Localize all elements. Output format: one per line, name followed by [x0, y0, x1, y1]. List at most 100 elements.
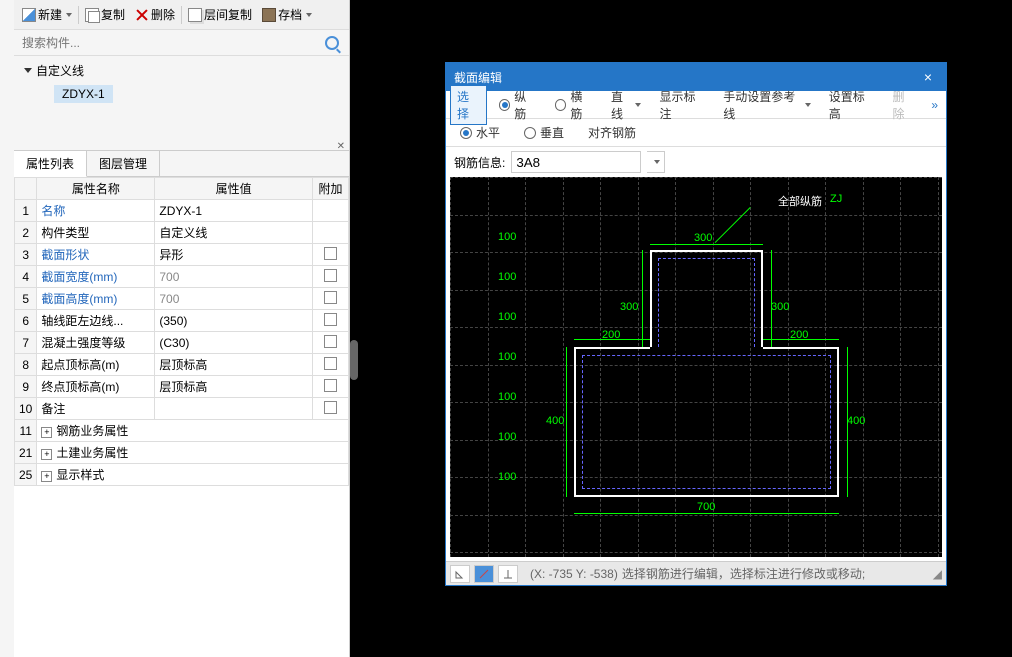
- tick-label: 100: [498, 471, 516, 483]
- prop-value-cell[interactable]: 700: [155, 288, 313, 310]
- prop-value-cell[interactable]: 自定义线: [155, 222, 313, 244]
- horz-rebar-tool[interactable]: 横筋: [549, 86, 599, 124]
- dropdown-arrow-icon: [66, 13, 72, 17]
- archive-button[interactable]: 存档: [258, 4, 316, 26]
- new-icon: [22, 8, 36, 22]
- prop-name-cell: 轴线距左边线...: [37, 310, 155, 332]
- table-body: 1名称ZDYX-12构件类型自定义线3截面形状异形4截面宽度(mm)7005截面…: [15, 200, 349, 486]
- status-btn-1[interactable]: [450, 565, 470, 583]
- horizontal-option[interactable]: 水平: [454, 122, 506, 143]
- prop-value-cell[interactable]: 层顶标高: [155, 376, 313, 398]
- table-row[interactable]: 1名称ZDYX-1: [15, 200, 349, 222]
- corner-icon: [454, 568, 466, 580]
- row-number: 3: [15, 244, 37, 266]
- table-row[interactable]: 2构件类型自定义线: [15, 222, 349, 244]
- table-row[interactable]: 9终点顶标高(m)层顶标高: [15, 376, 349, 398]
- cad-canvas[interactable]: 300 300 300 200 200 400 400 700 全部纵筋 ZJ …: [450, 177, 942, 557]
- cad-toolbar: 选择 纵筋 横筋 直线 显示标注 手动设置参考线 设置标高 删除 »: [446, 91, 946, 119]
- checkbox[interactable]: [324, 379, 337, 392]
- row-number: 8: [15, 354, 37, 376]
- search-bar: [14, 30, 349, 56]
- tree-item-zdyx1[interactable]: ZDYX-1: [54, 85, 113, 103]
- expand-icon[interactable]: +: [41, 427, 52, 438]
- delete-button[interactable]: 删除: [131, 4, 179, 26]
- line-tool[interactable]: 直线: [605, 86, 647, 124]
- scroll-handle[interactable]: [350, 340, 358, 380]
- resize-handle[interactable]: ◢: [933, 567, 942, 581]
- checkbox[interactable]: [324, 247, 337, 260]
- prop-name: 备注: [41, 402, 65, 416]
- archive-label: 存档: [278, 6, 302, 23]
- tree-root[interactable]: 自定义线: [18, 60, 345, 81]
- row-number: 2: [15, 222, 37, 244]
- select-tool[interactable]: 选择: [450, 85, 487, 125]
- row-number: 4: [15, 266, 37, 288]
- table-row[interactable]: 3截面形状异形: [15, 244, 349, 266]
- table-row[interactable]: 21+土建业务属性: [15, 442, 349, 464]
- row-number: 5: [15, 288, 37, 310]
- status-btn-3[interactable]: [498, 565, 518, 583]
- checkbox[interactable]: [324, 313, 337, 326]
- prop-value-cell[interactable]: (350): [155, 310, 313, 332]
- checkbox[interactable]: [324, 401, 337, 414]
- checkbox[interactable]: [324, 357, 337, 370]
- prop-extra-cell: [313, 200, 349, 222]
- vert-rebar-tool[interactable]: 纵筋: [493, 86, 543, 124]
- close-button[interactable]: ×: [918, 69, 938, 85]
- manual-ref-tool[interactable]: 手动设置参考线: [717, 86, 817, 124]
- prop-value-cell[interactable]: 异形: [155, 244, 313, 266]
- prop-name-cell: 名称: [37, 200, 155, 222]
- label-all-rebar: 全部纵筋: [778, 193, 822, 209]
- show-label-tool[interactable]: 显示标注: [653, 86, 711, 124]
- checkbox[interactable]: [324, 269, 337, 282]
- dim-line: [566, 347, 567, 497]
- vertical-option[interactable]: 垂直: [518, 122, 570, 143]
- table-row[interactable]: 25+显示样式: [15, 464, 349, 486]
- delete-tool[interactable]: 删除: [886, 86, 921, 124]
- table-row[interactable]: 7混凝土强度等级(C30): [15, 332, 349, 354]
- prop-name-cell: +土建业务属性: [37, 442, 349, 464]
- prop-value-cell[interactable]: 700: [155, 266, 313, 288]
- close-icon[interactable]: ✕: [337, 141, 345, 152]
- align-rebar-button[interactable]: 对齐钢筋: [582, 122, 642, 143]
- table-row[interactable]: 5截面高度(mm)700: [15, 288, 349, 310]
- status-btn-2[interactable]: [474, 565, 494, 583]
- expand-icon[interactable]: +: [41, 449, 52, 460]
- delete-label: 删除: [151, 6, 175, 23]
- dim-left: 400: [546, 415, 564, 427]
- diagonal-icon: [478, 568, 490, 580]
- tick-label: 100: [498, 271, 516, 283]
- expand-icon[interactable]: [24, 68, 32, 73]
- prop-value-cell[interactable]: [155, 398, 313, 420]
- search-input[interactable]: [18, 34, 325, 52]
- component-toolbar: 新建 复制 删除 层间复制 存档: [14, 0, 349, 30]
- prop-name: 混凝土强度等级: [41, 336, 125, 350]
- col-name: 属性名称: [37, 178, 155, 200]
- new-button[interactable]: 新建: [18, 4, 76, 26]
- table-row[interactable]: 4截面宽度(mm)700: [15, 266, 349, 288]
- tab-layers[interactable]: 图层管理: [87, 151, 160, 176]
- rebar-info-dropdown[interactable]: [647, 151, 665, 173]
- prop-name-cell: 构件类型: [37, 222, 155, 244]
- table-row[interactable]: 8起点顶标高(m)层顶标高: [15, 354, 349, 376]
- prop-name-cell: 终点顶标高(m): [37, 376, 155, 398]
- prop-value-cell[interactable]: ZDYX-1: [155, 200, 313, 222]
- checkbox[interactable]: [324, 291, 337, 304]
- copy-button[interactable]: 复制: [81, 4, 129, 26]
- row-number: 11: [15, 420, 37, 442]
- table-row[interactable]: 11+钢筋业务属性: [15, 420, 349, 442]
- dim-right-up: 300: [771, 301, 789, 313]
- search-icon[interactable]: [325, 36, 339, 50]
- table-row[interactable]: 10备注: [15, 398, 349, 420]
- layer-copy-button[interactable]: 层间复制: [184, 4, 256, 26]
- prop-value-cell[interactable]: (C30): [155, 332, 313, 354]
- more-tools-button[interactable]: »: [927, 98, 942, 112]
- expand-icon[interactable]: +: [41, 471, 52, 482]
- table-row[interactable]: 6轴线距左边线...(350): [15, 310, 349, 332]
- tab-attributes[interactable]: 属性列表: [14, 151, 87, 177]
- prop-value-cell[interactable]: 层顶标高: [155, 354, 313, 376]
- rebar-info-input[interactable]: [511, 151, 641, 173]
- set-elev-tool[interactable]: 设置标高: [823, 86, 881, 124]
- properties-area: ✕ 属性列表 图层管理 属性名称 属性值 附加 1名称ZDYX-12构件类型自定…: [14, 150, 349, 657]
- checkbox[interactable]: [324, 335, 337, 348]
